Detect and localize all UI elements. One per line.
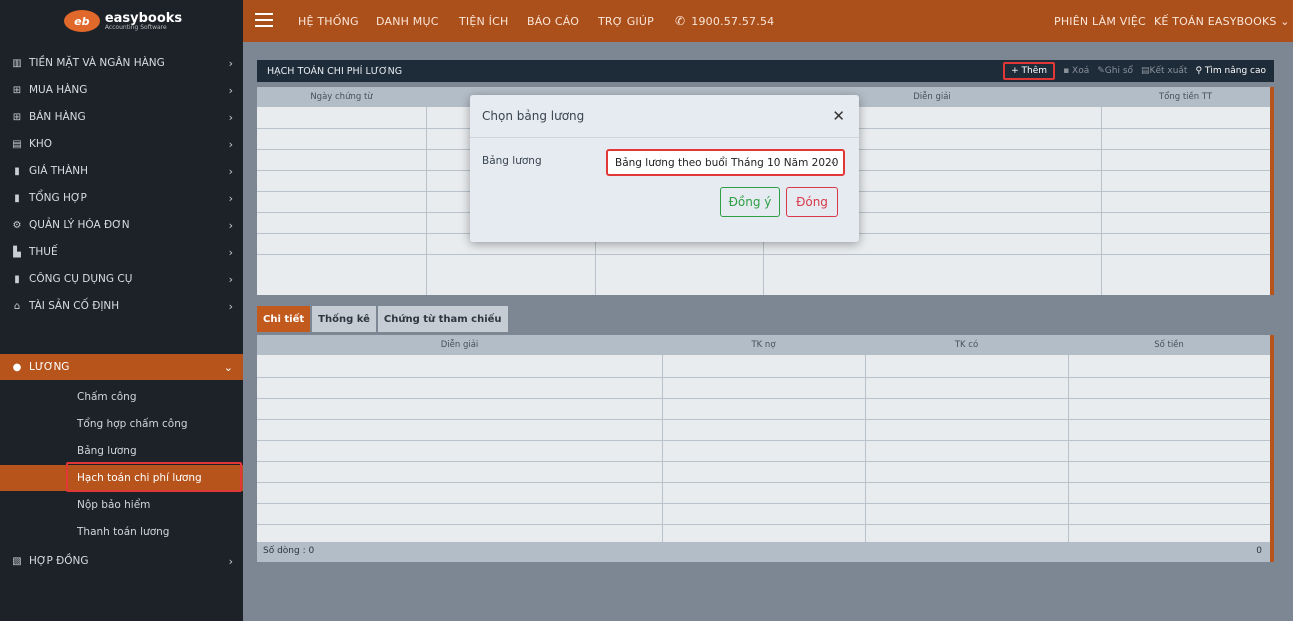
export-icon: ▤ — [1141, 66, 1150, 76]
chevron-right-icon: › — [228, 218, 233, 232]
sidebar-sub-tong-hop-cham-cong[interactable]: Tổng hợp chấm công — [0, 411, 243, 437]
sidebar-item-tien-mat[interactable]: ▥ TIỀN MẶT VÀ NGÂN HÀNG › — [0, 50, 243, 76]
user-menu[interactable]: KẾ TOÁN EASYBOOKS ⌄ — [1154, 0, 1290, 42]
total-amount: 0 — [1256, 546, 1262, 556]
scrollbar[interactable] — [1270, 335, 1274, 562]
pencil-icon: ✎ — [1097, 66, 1105, 76]
ok-button[interactable]: Đồng ý — [720, 187, 780, 217]
sidebar-item-mua-hang[interactable]: ⊞ MUA HÀNG › — [0, 77, 243, 103]
nav-bao-cao[interactable]: BÁO CÁO — [527, 0, 579, 42]
chevron-right-icon: › — [228, 164, 233, 178]
document-icon: ▮ — [14, 273, 20, 285]
sidebar-item-kho[interactable]: ▤ KHO › — [0, 131, 243, 157]
sidebar-sub-bang-luong[interactable]: Bảng lương — [0, 438, 243, 464]
nav-danh-muc[interactable]: DANH MỤC — [376, 0, 439, 42]
contract-icon: ▧ — [12, 555, 22, 567]
cart-icon: ⊞ — [12, 84, 22, 96]
detail-grid-header: Diễn giải TK nợ TK có Số tiền — [257, 335, 1274, 355]
select-payroll-dialog: Chọn bảng lương ✕ Bảng lương Bảng lương … — [470, 95, 859, 242]
delete-button[interactable]: ▪ Xoá — [1063, 66, 1089, 76]
chevron-right-icon: › — [228, 191, 233, 205]
sidebar-item-luong[interactable]: ● LƯƠNG ⌄ — [0, 354, 243, 380]
highlight-box — [66, 462, 242, 492]
warehouse-icon: ▤ — [12, 138, 22, 150]
chevron-down-icon: ⌄ — [829, 157, 837, 167]
payroll-select-value: Bảng lương theo buổi Tháng 10 Năm 2020 — [615, 156, 839, 169]
col-tong-tien[interactable]: Tổng tiền TT — [1101, 87, 1270, 107]
top-navbar: HỆ THỐNG DANH MỤC TIỆN ÍCH BÁO CÁO TRỢ G… — [243, 0, 1293, 42]
cart-icon: ⊞ — [12, 111, 22, 123]
content-title-bar: HẠCH TOÁN CHI PHÍ LƯƠNG + Thêm ▪ Xoá ✎Gh… — [257, 60, 1274, 82]
detail-grid[interactable]: Diễn giải TK nợ TK có Số tiền Số dòng : … — [257, 335, 1274, 562]
sidebar-item-hop-dong[interactable]: ▧ HỢP ĐỒNG › — [0, 548, 243, 574]
home-icon: ⌂ — [13, 300, 21, 312]
sidebar-item-thue[interactable]: ▙ THUẾ › — [0, 239, 243, 265]
nav-tien-ich[interactable]: TIỆN ÍCH — [459, 0, 508, 42]
sidebar-sub-nop-bao-hiem[interactable]: Nộp bảo hiểm — [0, 492, 243, 518]
col-so-tien[interactable]: Số tiền — [1068, 335, 1270, 355]
advanced-search-button[interactable]: ⚲ Tìm nâng cao — [1195, 66, 1266, 76]
tab-chung-tu-tham-chieu[interactable]: Chứng từ tham chiếu — [377, 306, 508, 332]
page-title: HẠCH TOÁN CHI PHÍ LƯƠNG — [267, 65, 403, 77]
chevron-right-icon: › — [228, 272, 233, 286]
chevron-right-icon: › — [228, 110, 233, 124]
sidebar-item-ban-hang[interactable]: ⊞ BÁN HÀNG › — [0, 104, 243, 130]
chevron-down-icon: ⌄ — [223, 360, 233, 374]
logo[interactable]: eb easybooks Accounting Software — [38, 6, 208, 36]
sidebar-sub-thanh-toan-luong[interactable]: Thanh toán lương — [0, 519, 243, 545]
hamburger-icon[interactable] — [255, 13, 273, 28]
col-ngay-chung-tu[interactable]: Ngày chứng từ — [257, 87, 426, 107]
document-icon: ▮ — [14, 192, 20, 204]
payroll-label: Bảng lương — [482, 155, 542, 167]
close-icon[interactable]: ✕ — [832, 107, 845, 125]
gear-icon: ⚙ — [12, 219, 22, 231]
logo-mark: eb — [63, 10, 100, 32]
nav-he-thong[interactable]: HỆ THỐNG — [298, 0, 359, 42]
dialog-header: Chọn bảng lương ✕ — [470, 95, 859, 138]
hotline[interactable]: ✆ 1900.57.57.54 — [675, 0, 774, 42]
row-count: Số dòng : 0 — [263, 546, 315, 556]
user-icon: ● — [12, 361, 22, 373]
app-window: eb easybooks Accounting Software ▥ TIỀN M… — [0, 0, 1293, 621]
col-tk-no[interactable]: TK nợ — [662, 335, 865, 355]
tab-chi-tiet[interactable]: Chi tiết — [257, 306, 311, 332]
sidebar-item-tong-hop[interactable]: ▮ TỔNG HỢP › — [0, 185, 243, 211]
col-dien-giai[interactable]: Diễn giải — [257, 335, 662, 355]
grid-footer: Số dòng : 0 0 — [257, 542, 1274, 562]
post-button[interactable]: ✎Ghi sổ — [1097, 66, 1133, 76]
nav-phien-lam-viec[interactable]: PHIÊN LÀM VIỆC — [1054, 0, 1146, 42]
sidebar: eb easybooks Accounting Software ▥ TIỀN M… — [0, 0, 243, 621]
sidebar-item-hoa-don[interactable]: ⚙ QUẢN LÝ HÓA ĐƠN › — [0, 212, 243, 238]
chevron-right-icon: › — [228, 299, 233, 313]
chevron-right-icon: › — [228, 137, 233, 151]
document-icon: ▮ — [14, 165, 20, 177]
bottom-strip — [0, 621, 1293, 644]
chevron-right-icon: › — [228, 554, 233, 568]
scrollbar[interactable] — [1270, 87, 1274, 295]
payroll-select[interactable]: Bảng lương theo buổi Tháng 10 Năm 2020 ⌄ — [606, 149, 845, 176]
chevron-right-icon: › — [228, 245, 233, 259]
sidebar-item-tscd[interactable]: ⌂ TÀI SẢN CỐ ĐỊNH › — [0, 293, 243, 319]
phone-icon: ✆ — [675, 14, 686, 28]
add-button[interactable]: + Thêm — [1003, 62, 1056, 80]
sidebar-item-ccdc[interactable]: ▮ CÔNG CỤ DỤNG CỤ › — [0, 266, 243, 292]
bank-icon: ▥ — [12, 57, 22, 69]
chevron-right-icon: › — [228, 56, 233, 70]
logo-title: easybooks — [104, 10, 183, 26]
nav-tro-giup[interactable]: TRỢ GIÚP — [598, 0, 654, 42]
chevron-right-icon: › — [228, 83, 233, 97]
col-tk-co[interactable]: TK có — [865, 335, 1068, 355]
toolbar: + Thêm ▪ Xoá ✎Ghi sổ ▤Kết xuất ⚲ Tìm nân… — [1003, 60, 1266, 82]
close-button[interactable]: Đóng — [786, 187, 838, 217]
detail-tabs: Chi tiết Thống kê Chứng từ tham chiếu — [257, 306, 510, 332]
tax-icon: ▙ — [13, 246, 21, 258]
dialog-title: Chọn bảng lương — [482, 109, 585, 123]
sidebar-sub-cham-cong[interactable]: Chấm công — [0, 384, 243, 410]
sidebar-item-gia-thanh[interactable]: ▮ GIÁ THÀNH › — [0, 158, 243, 184]
trash-icon: ▪ — [1063, 66, 1073, 76]
logo-area: eb easybooks Accounting Software — [0, 0, 243, 42]
export-button[interactable]: ▤Kết xuất — [1141, 66, 1187, 76]
search-icon: ⚲ — [1195, 66, 1205, 76]
tab-thong-ke[interactable]: Thống kê — [312, 306, 376, 332]
